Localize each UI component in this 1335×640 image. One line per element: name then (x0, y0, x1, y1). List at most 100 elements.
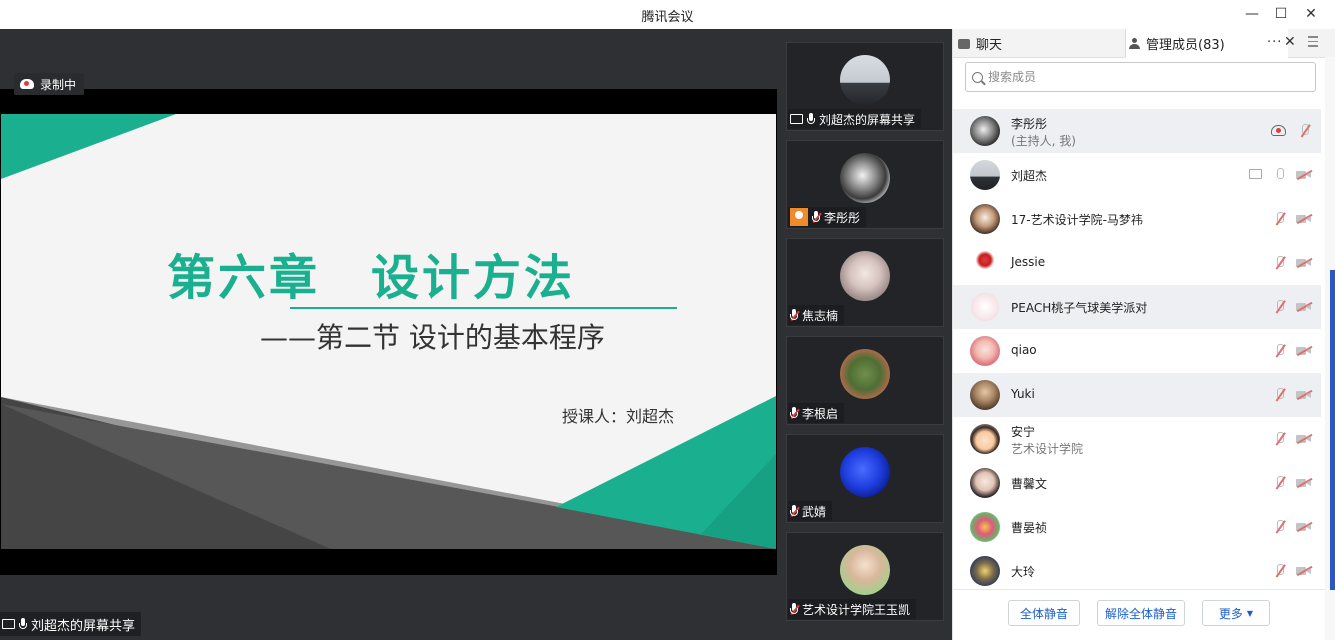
list-item[interactable]: qiao (953, 329, 1321, 373)
more-options-icon[interactable]: ··· (1267, 35, 1282, 50)
list-item[interactable]: Yuki (953, 373, 1321, 417)
participant-name: 李彤彤 (824, 210, 861, 225)
camera-off-icon[interactable] (1296, 433, 1313, 444)
microphone-muted-icon (790, 602, 800, 616)
participant-name: 艺术设计学院王玉凯 (802, 602, 911, 617)
microphone-muted-icon (812, 210, 822, 224)
avatar (840, 153, 890, 203)
microphone-muted-icon[interactable] (1273, 431, 1287, 447)
slide-lecturer: 授课人：刘超杰 (562, 407, 675, 426)
members-panel: 聊天 管理成员(83) ··· ✕ 李彤彤 (主持人, 我) 刘超杰 (952, 29, 1335, 640)
camera-off-icon[interactable] (1296, 257, 1313, 268)
list-item[interactable]: Jessie (953, 241, 1321, 285)
search-icon (972, 71, 983, 83)
screen-share-icon (2, 619, 15, 629)
microphone-icon (19, 617, 27, 631)
close-button[interactable]: ✕ (1300, 4, 1322, 24)
microphone-icon (807, 112, 815, 126)
camera-off-icon[interactable] (1296, 521, 1313, 532)
screen-share-label: 刘超杰的屏幕共享 (0, 612, 142, 636)
recording-indicator[interactable]: 录制中 (14, 73, 85, 95)
avatar (840, 545, 890, 595)
microphone-muted-icon[interactable] (1273, 211, 1287, 227)
more-button-label: 更多 (1218, 606, 1243, 621)
tab-chat[interactable]: 聊天 (958, 29, 1126, 58)
more-button[interactable]: 更多 ▼ (1202, 600, 1270, 626)
list-item[interactable]: 曹晏祯 (953, 505, 1321, 549)
cloud-record-icon (1271, 125, 1286, 136)
screen-share-icon (1249, 169, 1262, 179)
camera-off-icon[interactable] (1296, 345, 1313, 356)
list-item[interactable]: 大玲 (953, 549, 1321, 589)
mute-all-button[interactable]: 全体静音 (1008, 600, 1080, 626)
microphone-muted-icon[interactable] (1273, 387, 1287, 403)
list-item[interactable]: 安宁 艺术设计学院 (953, 417, 1321, 461)
participant-name: 刘超杰的屏幕共享 (819, 112, 916, 127)
microphone-muted-icon[interactable] (1273, 343, 1287, 359)
minimize-button[interactable]: — (1241, 4, 1263, 24)
camera-off-icon[interactable] (1296, 301, 1313, 312)
video-thumbnail[interactable]: 焦志楠 (786, 238, 944, 327)
member-name: 安宁 (1011, 425, 1036, 439)
member-role: (主持人, 我) (1011, 134, 1076, 148)
microphone-muted-icon[interactable] (1298, 123, 1312, 139)
member-role: 艺术设计学院 (1011, 442, 1084, 456)
video-thumbnail-tag: 李彤彤 (788, 207, 867, 227)
menu-icon[interactable] (1308, 36, 1318, 50)
video-thumbnail-tag: 艺术设计学院王玉凯 (788, 599, 917, 619)
panel-tabs: 聊天 管理成员(83) ··· ✕ (953, 29, 1335, 58)
list-item[interactable]: 曹馨文 (953, 461, 1321, 505)
microphone-muted-icon[interactable] (1273, 519, 1287, 535)
unmute-all-button[interactable]: 解除全体静音 (1097, 600, 1185, 626)
shared-screen-area: 录制中 第六章 设计方法 ——第二节 设计的基本程序 授课人：刘超杰 刘超杰的屏… (0, 29, 777, 640)
video-thumbnail[interactable]: 刘超杰的屏幕共享 (786, 42, 944, 131)
list-item[interactable]: 17-艺术设计学院-马梦祎 (953, 197, 1321, 241)
microphone-muted-icon[interactable] (1273, 255, 1287, 271)
host-badge-icon (790, 208, 808, 226)
video-thumbnail-tag: 焦志楠 (788, 305, 845, 325)
avatar (840, 251, 890, 301)
avatar (970, 512, 1000, 542)
screen-share-icon (790, 114, 803, 124)
microphone-muted-icon[interactable] (1273, 475, 1287, 491)
camera-off-icon[interactable] (1296, 389, 1313, 400)
camera-off-icon[interactable] (1296, 477, 1313, 488)
microphone-muted-icon (790, 504, 800, 518)
video-thumbnail-column: 刘超杰的屏幕共享 李彤彤 焦志楠 李根启 武婧 艺术设计学院王玉凯 (777, 29, 952, 640)
member-name: 李彤彤 (1011, 117, 1048, 131)
recording-label: 录制中 (40, 77, 77, 92)
search-input[interactable] (988, 70, 1288, 84)
avatar (970, 424, 1000, 454)
list-item[interactable]: 刘超杰 (953, 153, 1321, 197)
microphone-muted-icon[interactable] (1273, 563, 1287, 579)
avatar (970, 116, 1000, 146)
cloud-record-icon (20, 79, 34, 89)
participant-name: 焦志楠 (802, 308, 839, 323)
video-thumbnail[interactable]: 李彤彤 (786, 140, 944, 229)
member-name: 大玲 (1011, 565, 1036, 579)
camera-off-icon[interactable] (1296, 213, 1313, 224)
list-item[interactable]: 李彤彤 (主持人, 我) (953, 109, 1321, 153)
search-members[interactable] (965, 62, 1316, 92)
avatar (970, 380, 1000, 410)
scrollbar-thumb[interactable] (1330, 270, 1335, 590)
video-thumbnail[interactable]: 艺术设计学院王玉凯 (786, 532, 944, 621)
video-thumbnail[interactable]: 武婧 (786, 434, 944, 523)
close-panel-icon[interactable]: ✕ (1284, 34, 1296, 50)
list-item[interactable]: PEACH桃子气球美学派对 (953, 285, 1321, 329)
avatar (840, 55, 890, 105)
camera-off-icon[interactable] (1296, 565, 1313, 576)
avatar (840, 349, 890, 399)
camera-off-icon[interactable] (1296, 169, 1313, 180)
member-name: 曹晏祯 (1011, 521, 1048, 535)
avatar (970, 160, 1000, 190)
avatar (970, 336, 1000, 366)
user-icon (1129, 38, 1140, 49)
tab-members[interactable]: 管理成员(83) (1126, 29, 1288, 58)
member-name: 刘超杰 (1011, 169, 1048, 183)
maximize-button[interactable]: ☐ (1270, 4, 1292, 24)
video-thumbnail[interactable]: 李根启 (786, 336, 944, 425)
participant-name: 武婧 (802, 504, 827, 519)
microphone-icon[interactable] (1273, 167, 1287, 183)
microphone-muted-icon[interactable] (1273, 299, 1287, 315)
